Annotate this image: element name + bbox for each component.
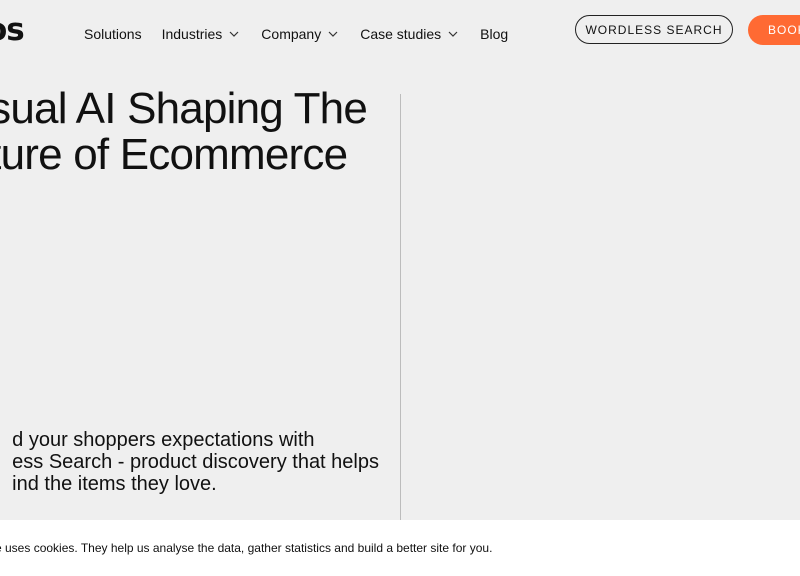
- hero-title: sual AI Shaping The ture of Ecommerce: [0, 84, 368, 179]
- hero-subtitle-line: ess Search - product discovery that help…: [12, 451, 379, 473]
- book-demo-button[interactable]: BOOK: [748, 15, 800, 45]
- chevron-down-icon: [328, 31, 338, 37]
- vertical-divider: [400, 94, 401, 520]
- nav-item-industries[interactable]: Industries: [162, 26, 242, 42]
- nav-item-case-studies[interactable]: Case studies: [360, 26, 460, 42]
- nav-item-blog[interactable]: Blog: [480, 26, 508, 42]
- nav-item-label: Solutions: [84, 26, 142, 42]
- hero-subtitle-line: d your shoppers expectations with: [12, 429, 315, 451]
- nav-item-label: Industries: [161, 26, 223, 42]
- nav-item-label: Company: [261, 26, 322, 42]
- wordless-search-button[interactable]: WORDLESS SEARCH: [575, 15, 733, 44]
- main-nav: Solutions Industries Company Case studie…: [84, 24, 528, 44]
- nav-item-label: Case studies: [360, 26, 442, 42]
- page: os Solutions Industries Company Case stu…: [0, 0, 800, 576]
- hero-subtitle-line: ind the items they love.: [12, 473, 217, 495]
- hero-subtitle: d your shoppers expectations with ess Se…: [12, 429, 379, 495]
- nav-item-company[interactable]: Company: [261, 26, 340, 42]
- nav-item-label: Blog: [480, 26, 509, 42]
- hero-title-line: ture of Ecommerce: [0, 130, 348, 179]
- cookie-text: e uses cookies. They help us analyse the…: [0, 541, 493, 555]
- hero-title-line: sual AI Shaping The: [0, 84, 368, 133]
- nav-item-solutions[interactable]: Solutions: [84, 26, 142, 42]
- chevron-down-icon: [229, 31, 239, 37]
- chevron-down-icon: [448, 31, 458, 37]
- cookie-banner: e uses cookies. They help us analyse the…: [0, 520, 800, 576]
- logo[interactable]: os: [0, 12, 25, 48]
